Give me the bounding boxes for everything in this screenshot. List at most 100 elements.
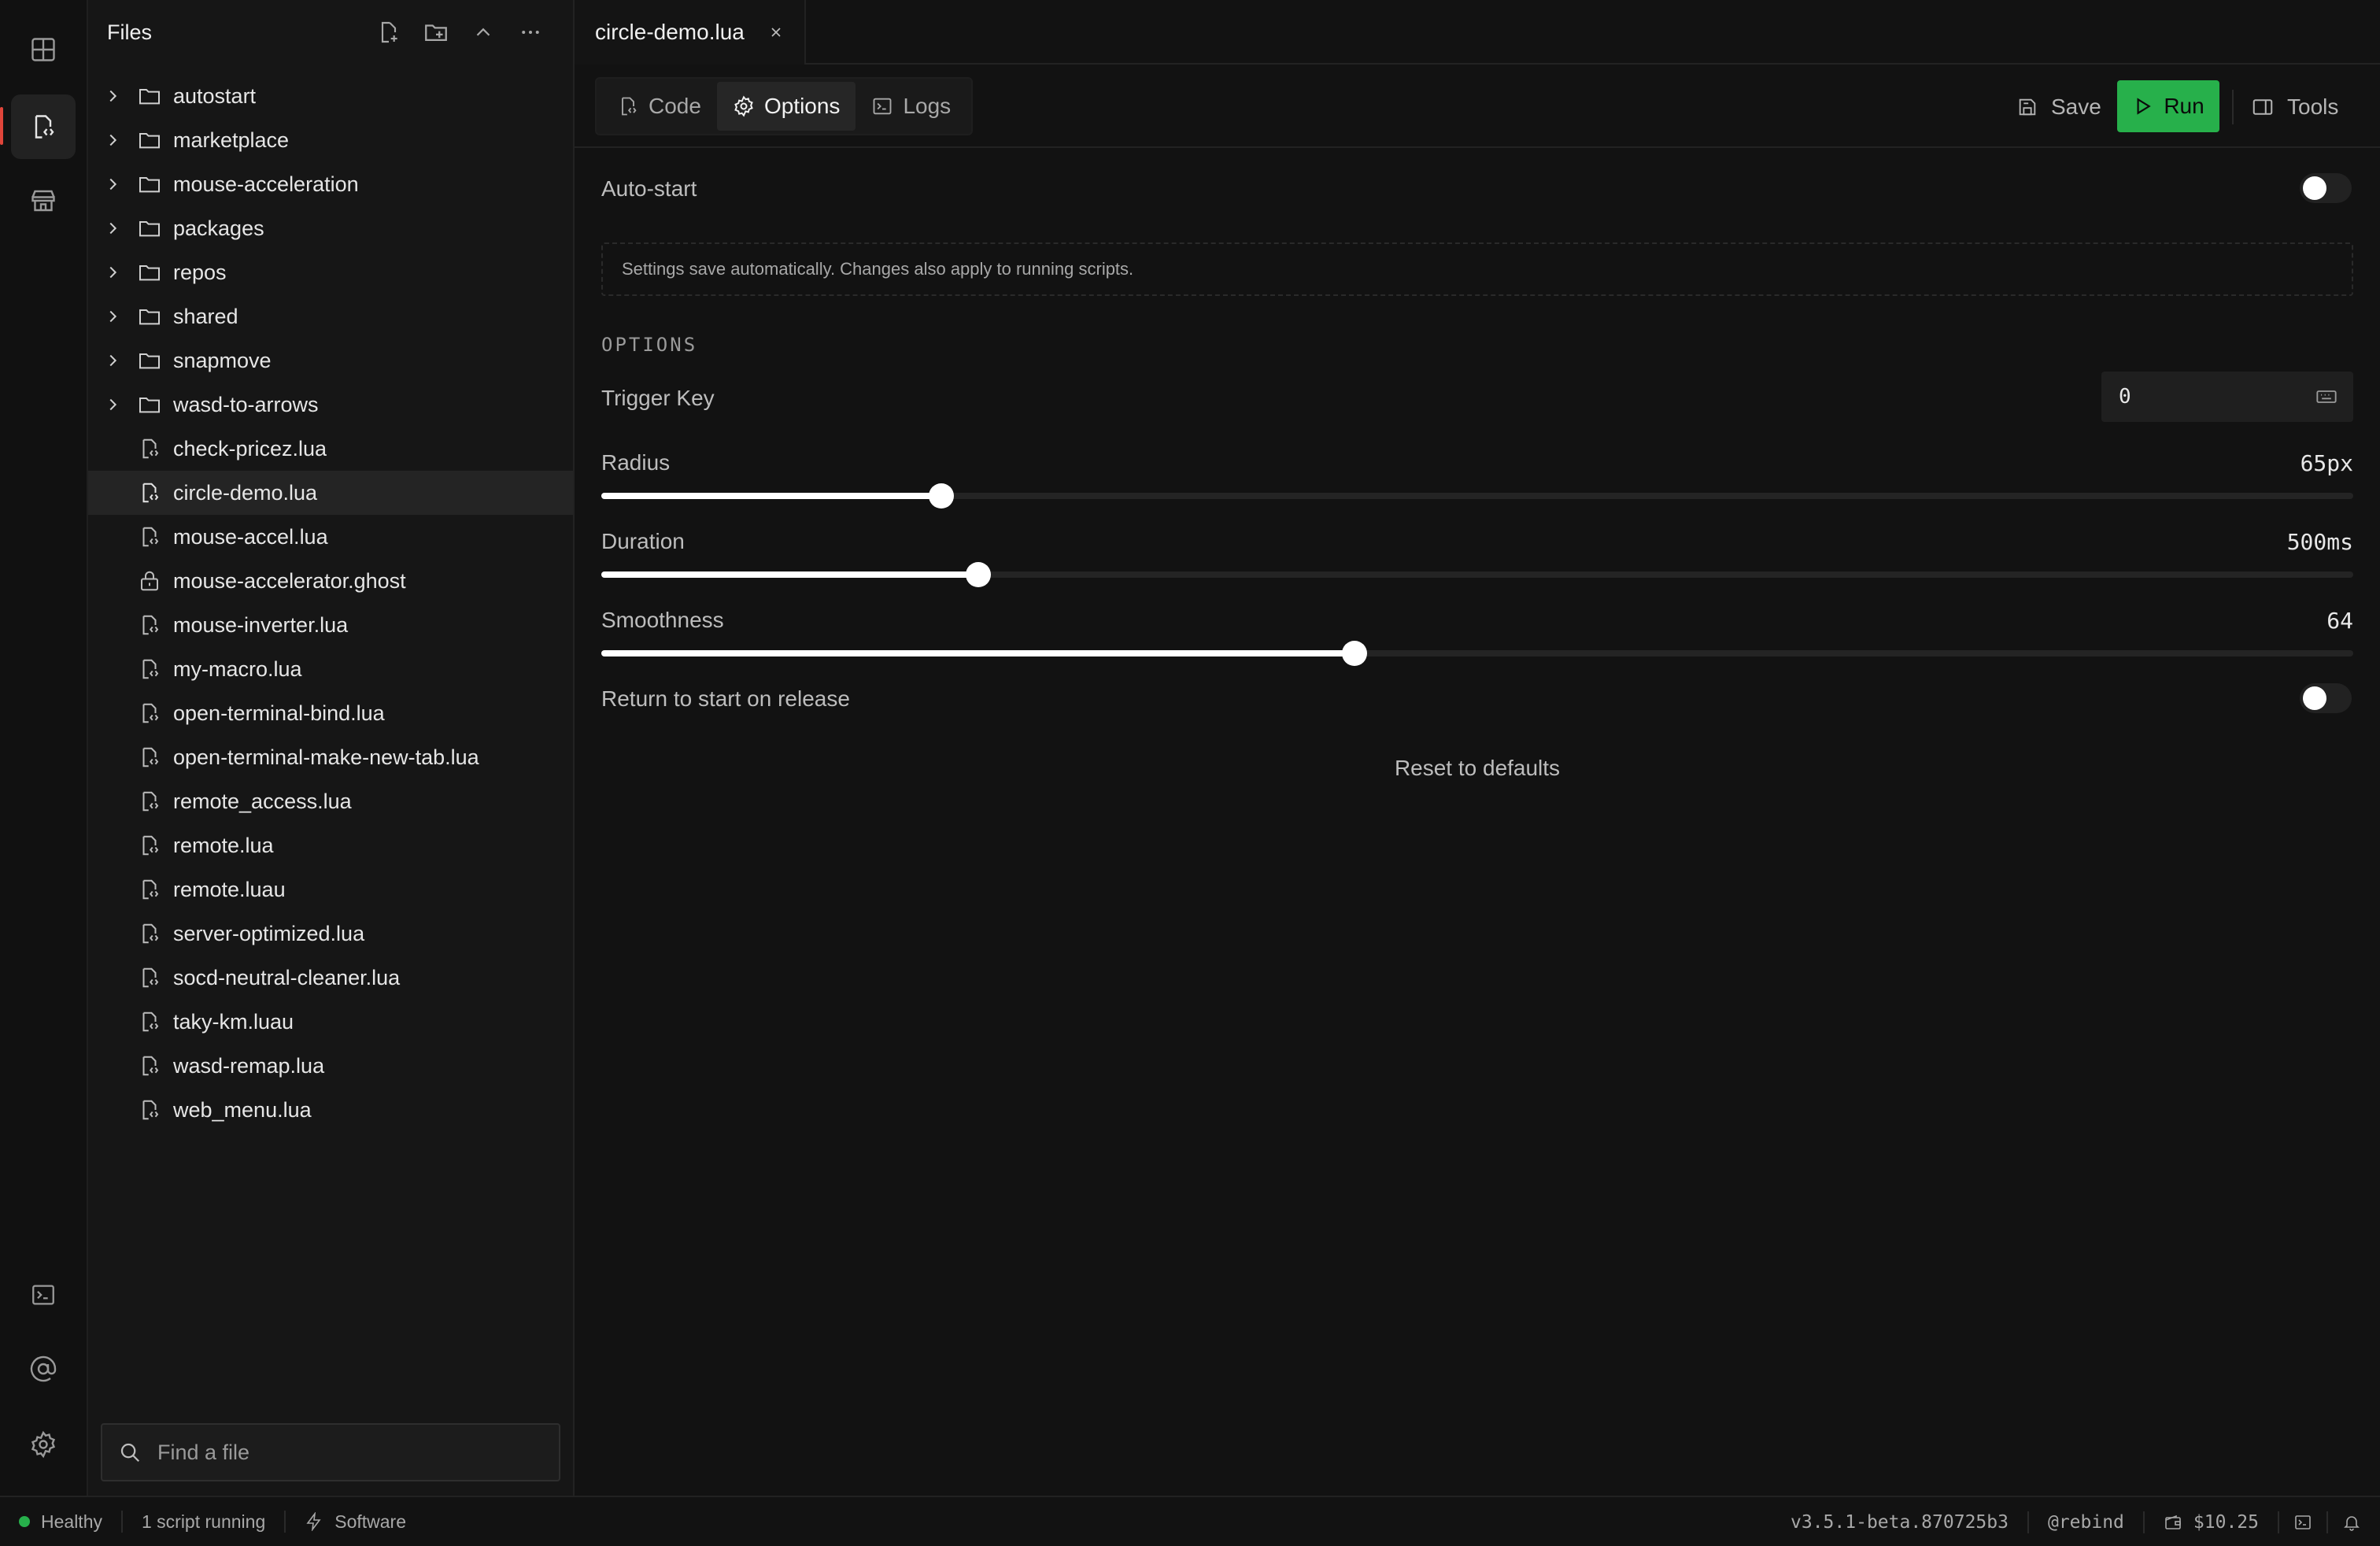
script-file-icon [135,1054,164,1078]
file-row[interactable]: taky-km.luau [88,1000,573,1044]
collapse-all-button[interactable] [460,9,507,56]
return-to-start-toggle[interactable] [2300,683,2352,713]
more-options-button[interactable] [507,9,554,56]
status-dot-icon [19,1516,30,1527]
file-row[interactable]: open-terminal-make-new-tab.lua [88,735,573,779]
radius-slider-thumb[interactable] [928,483,954,509]
folder-row[interactable]: shared [88,294,573,338]
auto-start-toggle[interactable] [2300,173,2352,203]
file-name: mouse-inverter.lua [173,612,349,637]
duration-slider-thumb[interactable] [965,562,991,587]
folder-name: packages [173,216,264,240]
smoothness-slider[interactable] [601,641,2353,666]
terminal-icon [871,95,893,117]
find-file-box[interactable] [101,1423,560,1481]
file-row[interactable]: web_menu.lua [88,1088,573,1132]
folder-row[interactable]: repos [88,250,573,294]
file-row[interactable]: remote.luau [88,867,573,912]
file-tab-label: circle-demo.lua [595,20,745,44]
tools-button[interactable]: Tools [2251,82,2338,132]
file-row[interactable]: socd-neutral-cleaner.lua [88,956,573,1000]
file-name: mouse-accel.lua [173,524,328,549]
search-icon [102,1441,157,1464]
radius-value: 65px [2300,450,2353,476]
trigger-key-field[interactable]: 0 [2101,372,2353,422]
new-folder-icon [423,19,449,46]
script-file-icon [135,437,164,460]
smoothness-label: Smoothness [601,608,724,632]
status-bar: Healthy 1 script running Software v3.5.1… [0,1496,2380,1546]
folder-icon [135,216,164,241]
folder-row[interactable]: autostart [88,74,573,118]
folder-row[interactable]: wasd-to-arrows [88,383,573,427]
gear-icon [29,1430,57,1459]
mode-status[interactable]: Software [286,1496,425,1546]
scripts-button[interactable] [11,94,76,159]
tab-code[interactable]: Code [601,82,717,131]
folder-name: mouse-acceleration [173,172,359,196]
file-row[interactable]: mouse-inverter.lua [88,603,573,647]
file-row[interactable]: open-terminal-bind.lua [88,691,573,735]
notifications-button[interactable] [2328,1497,2380,1546]
chevron-right-icon [101,308,124,325]
balance-label: $10.25 [2193,1512,2259,1533]
new-file-button[interactable] [365,9,412,56]
folder-row[interactable]: mouse-acceleration [88,162,573,206]
file-row[interactable]: server-optimized.lua [88,912,573,956]
folder-row[interactable]: packages [88,206,573,250]
user-status[interactable]: @rebind [2029,1497,2143,1546]
folder-row[interactable]: snapmove [88,338,573,383]
file-row[interactable]: remote.lua [88,823,573,867]
version-status[interactable]: v3.5.1-beta.870725b3 [1772,1497,2027,1546]
script-file-icon [135,1010,164,1034]
balance-status[interactable]: $10.25 [2145,1497,2278,1546]
marketplace-button[interactable] [11,168,76,233]
run-label: Run [2164,94,2204,118]
file-row[interactable]: my-macro.lua [88,647,573,691]
account-button[interactable] [11,1337,76,1401]
health-label: Healthy [41,1511,102,1532]
smoothness-value: 64 [2326,608,2353,634]
run-button[interactable]: Run [2117,80,2219,132]
scripts-running-status[interactable]: 1 script running [123,1496,284,1546]
find-file-input[interactable] [157,1440,535,1465]
grid-icon [29,35,57,64]
tab-options[interactable]: Options [716,82,856,131]
user-label: @rebind [2047,1512,2124,1533]
file-row-selected[interactable]: circle-demo.lua [88,471,573,515]
files-header: Files [88,0,573,65]
gear-icon [733,95,755,117]
file-row[interactable]: check-pricez.lua [88,427,573,471]
folder-name: snapmove [173,348,272,372]
file-tab[interactable]: circle-demo.lua [575,0,806,65]
play-icon [2132,96,2153,117]
lock-icon [135,569,164,593]
health-status[interactable]: Healthy [0,1496,121,1546]
file-name: server-optimized.lua [173,921,365,945]
file-name: taky-km.luau [173,1009,294,1034]
reset-defaults-button[interactable]: Reset to defaults [575,756,2380,781]
close-icon[interactable] [768,24,784,40]
file-row[interactable]: mouse-accelerator.ghost [88,559,573,603]
file-row[interactable]: remote_access.lua [88,779,573,823]
dashboard-button[interactable] [11,17,76,82]
smoothness-slider-thumb[interactable] [1342,641,1368,666]
file-name: remote.lua [173,833,274,857]
tab-logs[interactable]: Logs [856,82,966,131]
terminal-button[interactable] [11,1263,76,1327]
file-row[interactable]: wasd-remap.lua [88,1044,573,1088]
duration-slider[interactable] [601,562,2353,587]
folder-icon [135,172,164,197]
settings-button[interactable] [11,1412,76,1477]
save-button[interactable]: Save [2004,82,2114,132]
auto-start-label: Auto-start [601,176,697,201]
file-row[interactable]: mouse-accel.lua [88,515,573,559]
folder-icon [135,348,164,373]
folder-row[interactable]: marketplace [88,118,573,162]
new-folder-button[interactable] [412,9,460,56]
file-name: remote_access.lua [173,789,352,813]
file-name: remote.luau [173,877,286,901]
console-status-button[interactable] [2279,1497,2326,1546]
radius-slider[interactable] [601,483,2353,509]
script-file-icon [135,525,164,549]
